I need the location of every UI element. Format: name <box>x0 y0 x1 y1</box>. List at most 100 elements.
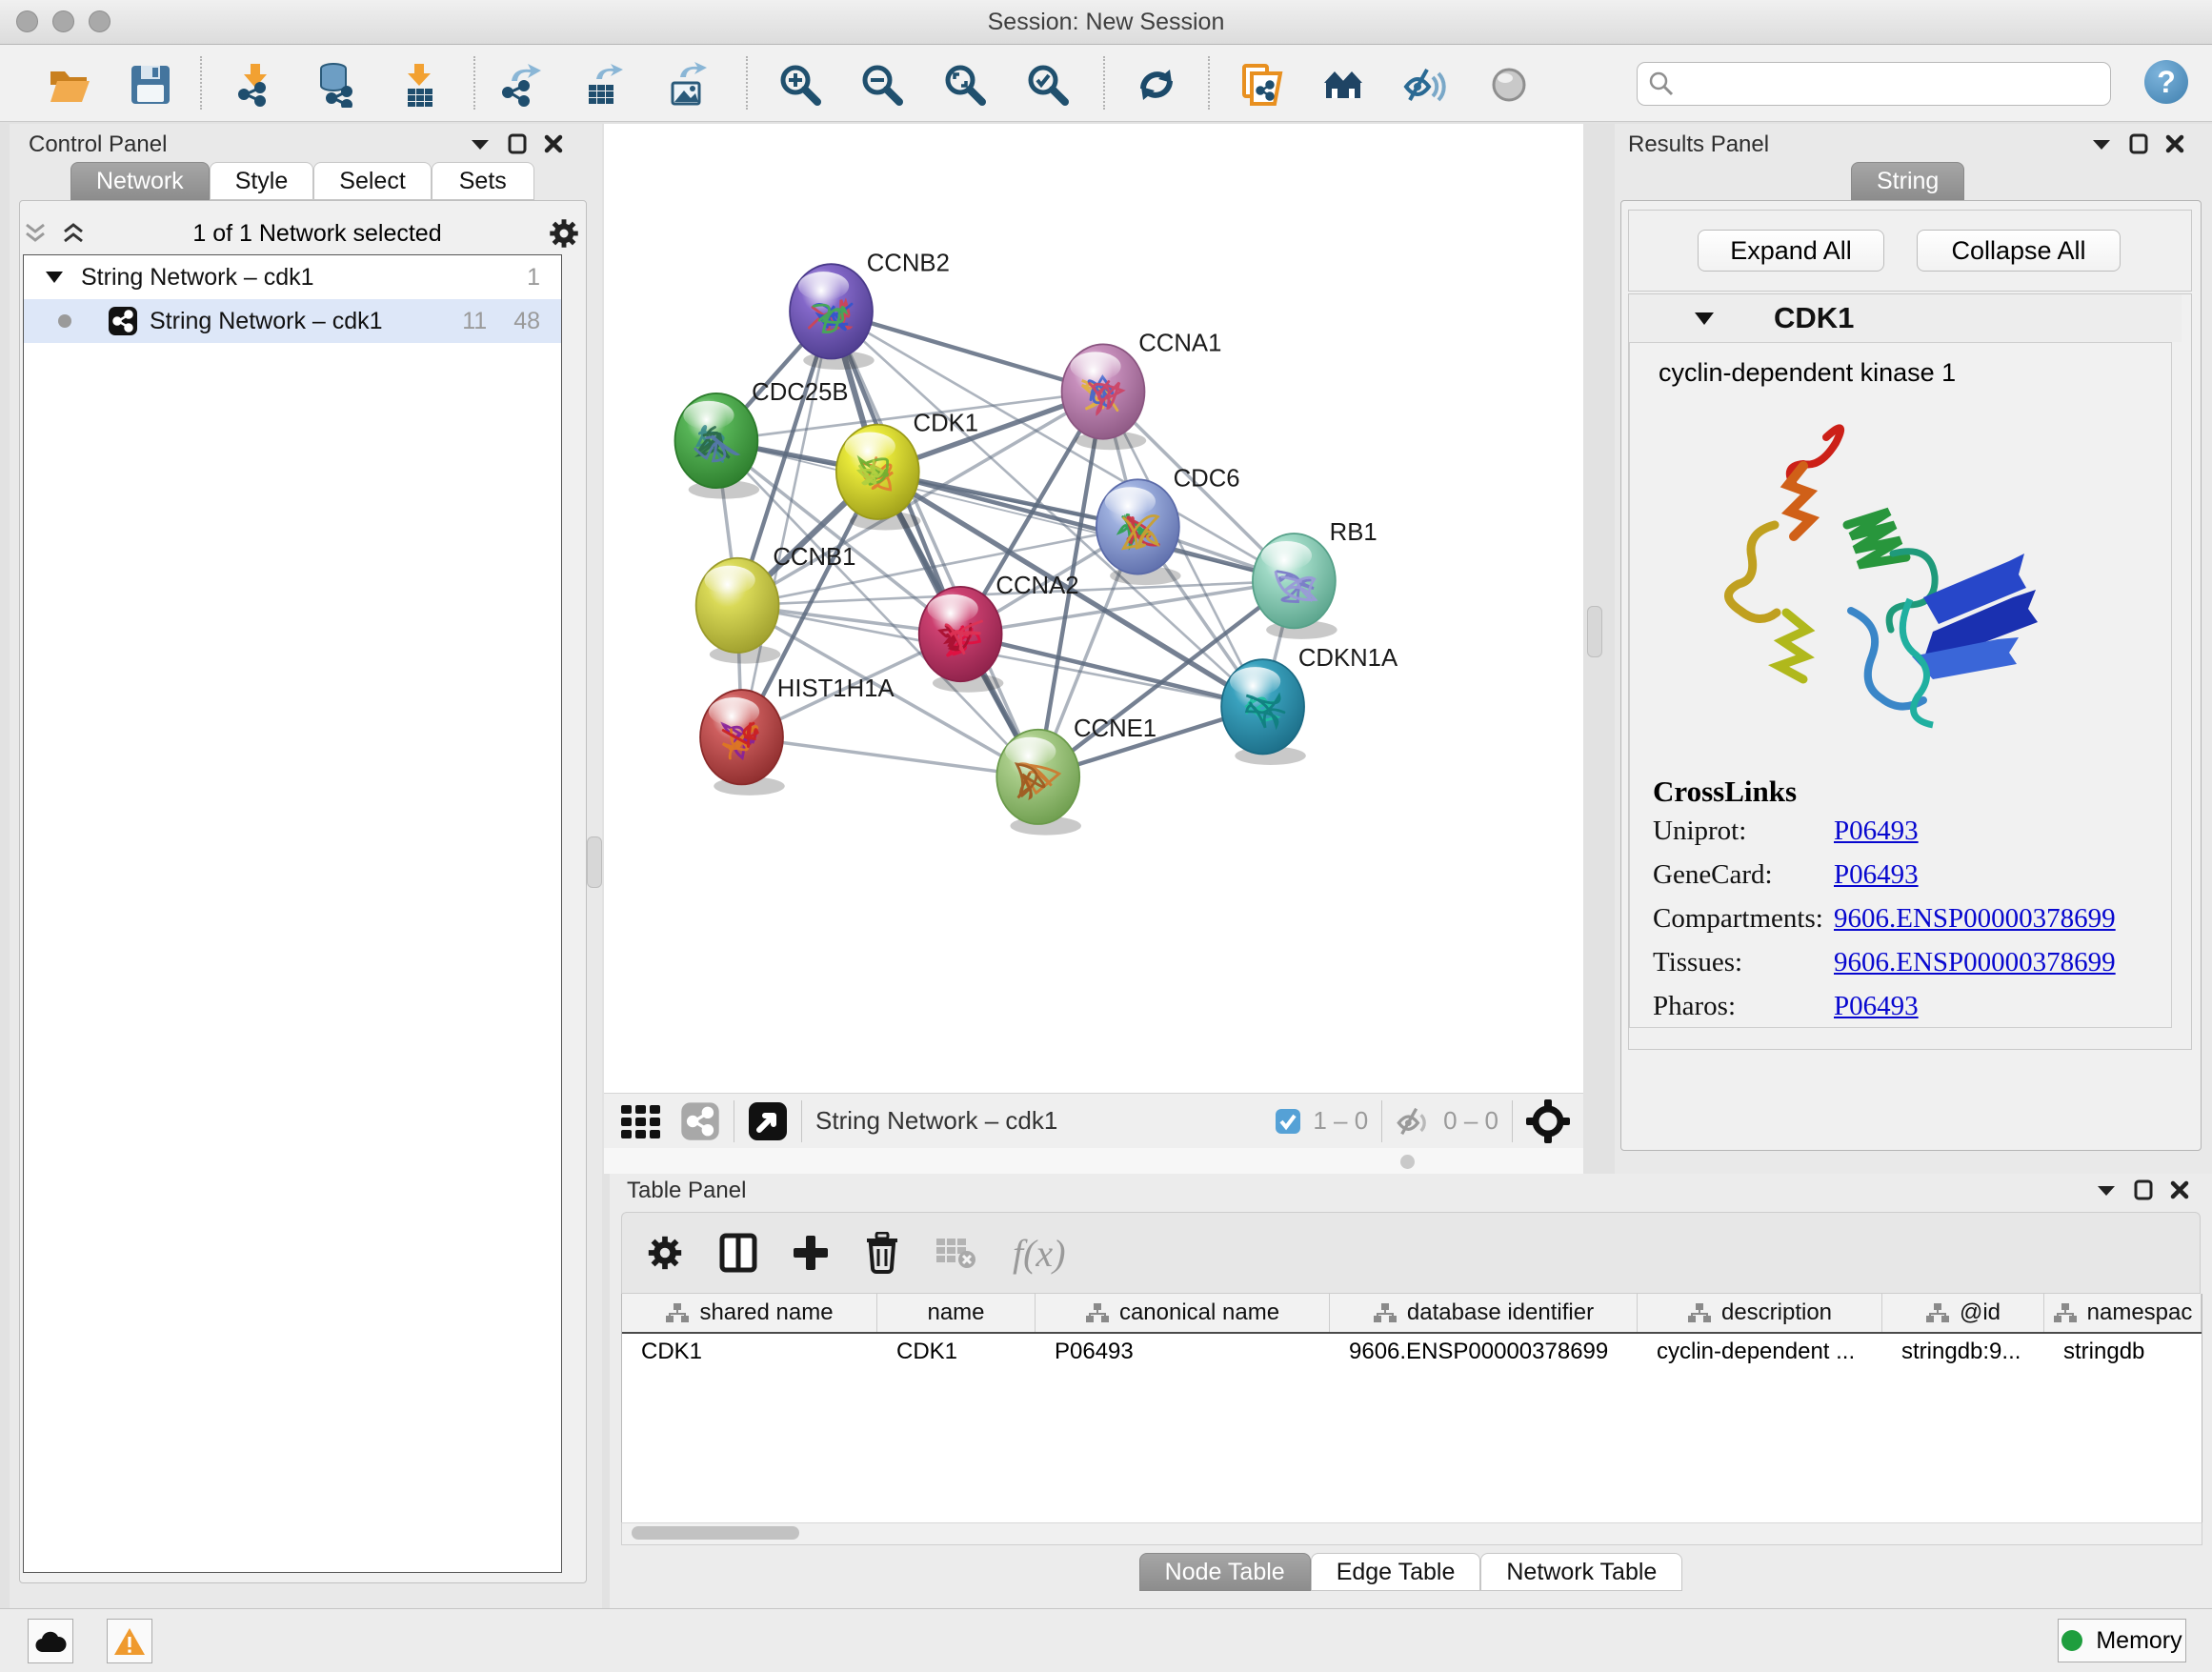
network-node-CDC25B[interactable]: CDC25B <box>674 379 848 499</box>
panel-close-icon[interactable] <box>2170 1180 2189 1199</box>
network-canvas[interactable]: CCNB2CCNA1CDC25BCDK1CDC6RB1CCNB1CCNA2CDK… <box>604 124 1583 1093</box>
column-header-canonical-name[interactable]: canonical name <box>1036 1294 1330 1332</box>
network-node-CDK1[interactable]: CDK1 <box>836 411 978 531</box>
expand-all-icon[interactable] <box>61 221 88 246</box>
tab-string[interactable]: String <box>1851 162 1964 200</box>
table-cell[interactable]: P06493 <box>1036 1334 1330 1370</box>
collapse-all-icon[interactable] <box>23 221 50 246</box>
tab-style[interactable]: Style <box>210 162 314 200</box>
scrollbar-thumb[interactable] <box>632 1526 799 1540</box>
memory-button[interactable]: Memory <box>2058 1619 2186 1662</box>
birdseye-toggle-crosshair-icon[interactable] <box>1526 1099 1570 1143</box>
section-collapse-icon[interactable] <box>1694 311 1715 326</box>
search-field[interactable] <box>1637 62 2111 106</box>
delete-column-trash-icon[interactable] <box>864 1232 900 1274</box>
import-network-from-file-icon[interactable] <box>232 62 278 108</box>
network-node-CDKN1A[interactable]: CDKN1A <box>1221 645 1398 765</box>
table-cell[interactable]: CDK1 <box>622 1334 877 1370</box>
network-collection-row[interactable]: String Network – cdk1 1 <box>24 255 561 299</box>
string-view-icon[interactable] <box>680 1101 720 1141</box>
tab-edge-table[interactable]: Edge Table <box>1311 1553 1481 1591</box>
table-cell[interactable]: CDK1 <box>877 1334 1036 1370</box>
crosslink-link[interactable]: P06493 <box>1834 991 1919 1022</box>
table-cell[interactable]: stringdb:9... <box>1882 1334 2044 1370</box>
panel-float-icon[interactable] <box>508 133 527 154</box>
network-node-CDC6[interactable]: CDC6 <box>1096 465 1240 585</box>
panel-close-icon[interactable] <box>2165 134 2184 153</box>
network-node-CCNB2[interactable]: CCNB2 <box>790 250 950 370</box>
grid-view-icon[interactable] <box>619 1099 663 1143</box>
node-table: shared namenamecanonical namedatabase id… <box>621 1294 2202 1523</box>
crosslink-label: GeneCard: <box>1630 859 1834 891</box>
column-header-description[interactable]: description <box>1638 1294 1882 1332</box>
crosslink-link[interactable]: P06493 <box>1834 816 1919 847</box>
help-icon[interactable]: ? <box>2144 60 2188 104</box>
panel-menu-icon[interactable] <box>2091 137 2112 151</box>
network-node-HIST1H1A[interactable]: HIST1H1A <box>700 675 895 796</box>
panel-menu-icon[interactable] <box>470 137 491 151</box>
clone-network-icon[interactable] <box>1238 62 1284 108</box>
zoom-selected-icon[interactable] <box>1025 62 1071 108</box>
tab-node-table[interactable]: Node Table <box>1139 1553 1311 1591</box>
search-input[interactable] <box>1685 70 2110 98</box>
gene-section-header[interactable]: CDK1 <box>1629 294 2182 342</box>
crosslink-link[interactable]: 9606.ENSP00000378699 <box>1834 903 2116 935</box>
highlight-icon[interactable] <box>1486 62 1532 108</box>
show-hide-graphics-icon[interactable] <box>1402 62 1448 108</box>
create-column-plus-icon[interactable] <box>792 1233 830 1273</box>
expand-all-button[interactable]: Expand All <box>1698 230 1884 272</box>
zoom-fit-content-icon[interactable] <box>942 62 988 108</box>
panel-splitter-handle[interactable] <box>587 836 602 888</box>
splitter-dot-handle[interactable] <box>1400 1155 1415 1169</box>
tab-network[interactable]: Network <box>70 162 210 200</box>
panel-splitter-handle[interactable] <box>1587 606 1602 657</box>
horizontal-scrollbar[interactable] <box>621 1522 2202 1545</box>
show-columns-icon[interactable] <box>719 1233 757 1273</box>
tab-sets[interactable]: Sets <box>432 162 534 200</box>
table-settings-gear-icon[interactable] <box>645 1233 685 1273</box>
export-image-icon[interactable] <box>665 62 711 108</box>
warning-button[interactable] <box>107 1619 152 1663</box>
network-row[interactable]: String Network – cdk1 11 48 <box>24 299 561 343</box>
network-edge[interactable] <box>742 737 1038 777</box>
crosslink-link[interactable]: 9606.ENSP00000378699 <box>1834 947 2116 978</box>
network-node-CCNB1[interactable]: CCNB1 <box>696 544 856 664</box>
column-header-name[interactable]: name <box>877 1294 1036 1332</box>
table-row[interactable]: CDK1CDK1P064939606.ENSP00000378699cyclin… <box>622 1334 2202 1370</box>
column-header-shared-name[interactable]: shared name <box>622 1294 877 1332</box>
tab-select[interactable]: Select <box>313 162 431 200</box>
open-file-icon[interactable] <box>46 62 91 108</box>
crosslink-link[interactable]: P06493 <box>1834 859 1919 891</box>
export-table-icon[interactable] <box>581 62 627 108</box>
column-header-@id[interactable]: @id <box>1882 1294 2044 1332</box>
tree-expander-icon[interactable] <box>45 270 64 285</box>
birdseye-view-icon[interactable] <box>748 1101 788 1141</box>
export-network-icon[interactable] <box>498 62 544 108</box>
import-network-from-database-icon[interactable] <box>312 62 358 108</box>
network-edge[interactable] <box>960 635 1262 707</box>
panel-menu-icon[interactable] <box>2096 1183 2117 1197</box>
first-neighbors-icon[interactable] <box>1320 62 1366 108</box>
network-edge[interactable] <box>832 312 1038 777</box>
save-session-icon[interactable] <box>128 62 173 108</box>
zoom-in-icon[interactable] <box>777 62 823 108</box>
network-edge[interactable] <box>742 312 832 737</box>
cloud-button[interactable] <box>28 1619 73 1663</box>
import-table-from-file-icon[interactable] <box>396 62 442 108</box>
tab-network-table[interactable]: Network Table <box>1480 1553 1682 1591</box>
collapse-all-button[interactable]: Collapse All <box>1917 230 2121 272</box>
table-cell[interactable]: cyclin-dependent ... <box>1638 1334 1882 1370</box>
table-cell[interactable]: stringdb <box>2044 1334 2202 1370</box>
column-header-database-identifier[interactable]: database identifier <box>1330 1294 1638 1332</box>
column-header-namespac[interactable]: namespac <box>2044 1294 2202 1332</box>
panel-float-icon[interactable] <box>2134 1179 2153 1200</box>
panel-float-icon[interactable] <box>2129 133 2148 154</box>
network-node-RB1[interactable]: RB1 <box>1253 519 1377 639</box>
panel-close-icon[interactable] <box>544 134 563 153</box>
network-options-gear-icon[interactable] <box>547 216 581 251</box>
zoom-out-icon[interactable] <box>859 62 905 108</box>
selected-checkbox-icon[interactable] <box>1275 1108 1301 1135</box>
network-node-CCNE1[interactable]: CCNE1 <box>996 715 1156 836</box>
table-cell[interactable]: 9606.ENSP00000378699 <box>1330 1334 1638 1370</box>
apply-preferred-layout-icon[interactable] <box>1134 62 1179 108</box>
